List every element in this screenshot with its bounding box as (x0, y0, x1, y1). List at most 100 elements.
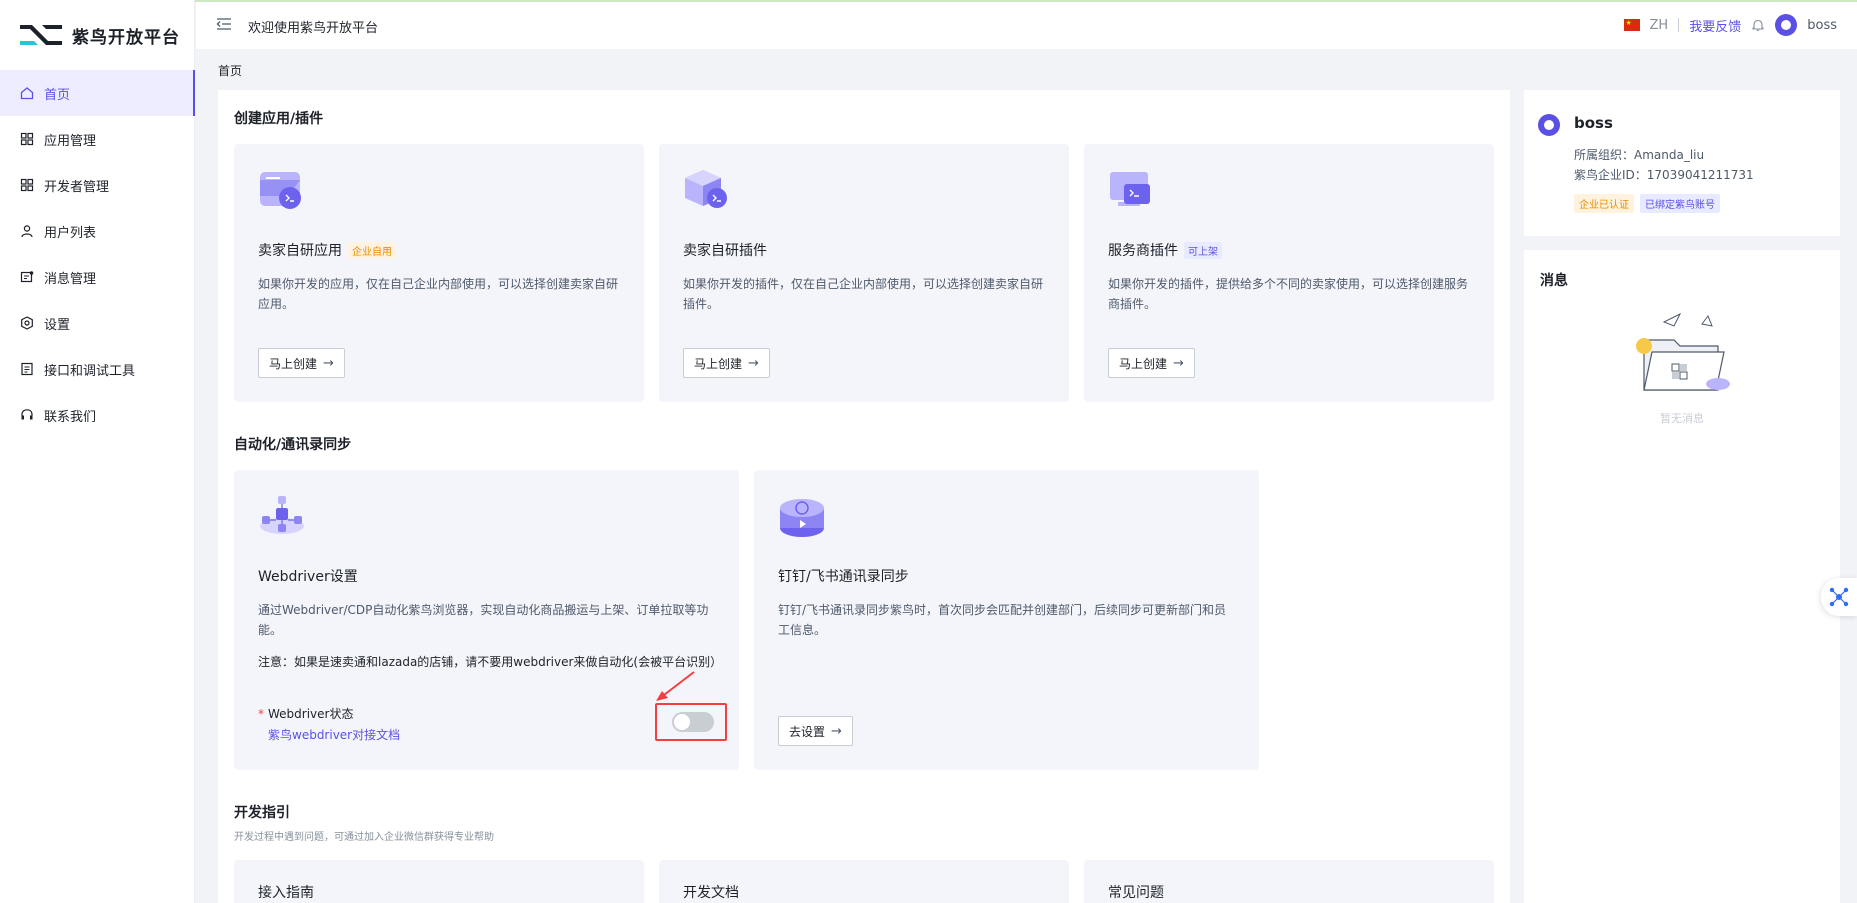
feedback-link[interactable]: 我要反馈 (1689, 16, 1741, 35)
seller-plugin-card: 卖家自研插件 如果你开发的插件，仅在自己企业内部使用，可以选择创建卖家自研插件。… (659, 144, 1069, 402)
sidebar-item-label: 首页 (44, 87, 71, 103)
user-icon (21, 225, 33, 238)
sidebar-item-home[interactable]: 首页 (0, 70, 195, 116)
breadcrumb: 首页 (218, 64, 243, 78)
sidebar-item-settings[interactable]: 设置 (0, 300, 195, 346)
guide-card-docs[interactable]: 开发文档 (659, 860, 1069, 903)
grid-icon (20, 178, 34, 192)
card-title-text: Webdriver设置 (258, 569, 358, 585)
card-title-text: 卖家自研插件 (683, 243, 767, 259)
card-title: 卖家自研插件 (683, 240, 767, 260)
card-title-text: 钉钉/飞书通讯录同步 (778, 569, 909, 585)
bound-account-badge: 已绑定紫鸟账号 (1640, 194, 1720, 213)
create-seller-plugin-button[interactable]: 马上创建 → (683, 348, 770, 378)
main-content: 创建应用/插件 卖家自研应用 企业自用 如果你开发的应用，仅在自己企业内部使用，… (218, 90, 1510, 903)
sync-settings-button[interactable]: 去设置 → (778, 716, 853, 746)
card-description: 如果你开发的应用，仅在自己企业内部使用，可以选择创建卖家自研应用。 (258, 277, 619, 311)
messages-title: 消息 (1540, 273, 1568, 289)
empty-folder-icon (1636, 312, 1730, 391)
sidebar-item-label: 用户列表 (44, 225, 97, 241)
profile-badges: 企业已认证 已绑定紫鸟账号 (1574, 194, 1720, 213)
logo[interactable]: 紫鸟开放平台 (18, 22, 180, 48)
sidebar-item-contact-us[interactable]: 联系我们 (0, 392, 195, 438)
card-title-text: 服务商插件 (1108, 243, 1178, 259)
card-description: 如果你开发的插件，仅在自己企业内部使用，可以选择创建卖家自研插件。 (683, 277, 1044, 311)
sidebar-item-app-management[interactable]: 应用管理 (0, 116, 195, 162)
card-description: 钉钉/飞书通讯录同步紫鸟时，首次同步会匹配并创建部门，后续同步可更新部门和员工信… (778, 603, 1227, 637)
welcome-text: 欢迎使用紫鸟开放平台 (248, 21, 379, 36)
toggle-knob (674, 714, 690, 730)
profile-id: 紫鸟企业ID：17039041211731 (1574, 166, 1754, 183)
network-nodes-icon (260, 496, 304, 534)
guide-card-faq[interactable]: 常见问题 (1084, 860, 1494, 903)
avatar[interactable] (1775, 14, 1798, 36)
card-tag: 可上架 (1184, 241, 1222, 259)
profile-card: boss 所属组织：Amanda_liu 紫鸟企业ID：170390412117… (1524, 90, 1840, 236)
card-description: 通过Webdriver/CDP自动化紫鸟浏览器，实现自动化商品搬运与上架、订单拉… (258, 603, 709, 637)
divider (1678, 18, 1680, 32)
card-description: 如果你开发的插件，提供给多个不同的卖家使用，可以选择创建服务商插件。 (1108, 277, 1469, 311)
id-label: 紫鸟企业ID： (1574, 168, 1647, 182)
guide-section-title: 开发指引 (234, 805, 290, 821)
button-label: 去设置 (789, 724, 826, 739)
arrow-right-icon: → (831, 723, 842, 739)
card-title-text: 卖家自研应用 (258, 243, 342, 259)
empty-messages-text: 暂无消息 (1660, 412, 1704, 425)
webdriver-card: Webdriver设置 通过Webdriver/CDP自动化紫鸟浏览器，实现自动… (234, 470, 739, 770)
sidebar-item-label: 应用管理 (44, 133, 97, 149)
bell-icon[interactable] (1751, 18, 1765, 32)
create-seller-app-button[interactable]: 马上创建 → (258, 348, 345, 378)
status-label-text: Webdriver状态 (268, 707, 354, 721)
network-icon (1829, 587, 1849, 607)
brand-name: 紫鸟开放平台 (72, 27, 180, 48)
avatar (1538, 114, 1560, 136)
user-menu[interactable]: boss (1807, 18, 1837, 33)
webdriver-doc-link[interactable]: 紫鸟webdriver对接文档 (268, 726, 400, 743)
sidebar-nav: 首页 应用管理 开发者管理 用户列表 消息管理 设置 接口和调试工具 联系我们 (0, 70, 195, 438)
grid-icon (20, 132, 34, 146)
sync-disk-icon (780, 499, 824, 537)
button-label: 马上创建 (269, 356, 318, 371)
menu-collapse-icon[interactable] (216, 16, 232, 32)
arrow-right-icon: → (748, 355, 759, 371)
seller-app-card: 卖家自研应用 企业自用 如果你开发的应用，仅在自己企业内部使用，可以选择创建卖家… (234, 144, 644, 402)
button-label: 马上创建 (694, 356, 743, 371)
sidebar-item-api-tools[interactable]: 接口和调试工具 (0, 346, 195, 392)
api-icon (21, 362, 33, 376)
profile-name: boss (1574, 114, 1613, 132)
card-title: 卖家自研应用 企业自用 (258, 240, 396, 260)
china-flag-icon[interactable] (1623, 19, 1640, 31)
card-title: 服务商插件 可上架 (1108, 240, 1222, 260)
create-provider-plugin-button[interactable]: 马上创建 → (1108, 348, 1195, 378)
id-value: 17039041211731 (1646, 168, 1754, 182)
provider-plugin-card: 服务商插件 可上架 如果你开发的插件，提供给多个不同的卖家使用，可以选择创建服务… (1084, 144, 1494, 402)
automation-section-title: 自动化/通讯录同步 (234, 437, 352, 453)
arrow-right-icon: → (1173, 355, 1184, 371)
annotation-arrow-icon (656, 671, 695, 701)
sidebar-item-developer-management[interactable]: 开发者管理 (0, 162, 195, 208)
gear-icon (21, 316, 33, 330)
org-value: Amanda_liu (1634, 148, 1705, 162)
message-icon (20, 271, 34, 283)
required-mark: * (258, 707, 264, 721)
sidebar-item-label: 接口和调试工具 (44, 363, 136, 379)
language-switcher[interactable]: ZH (1650, 18, 1669, 33)
guide-section-desc: 开发过程中遇到问题，可通过加入企业微信群获得专业帮助 (234, 832, 494, 843)
monitor-icon (1110, 172, 1150, 206)
sidebar-item-user-list[interactable]: 用户列表 (0, 208, 195, 254)
sidebar-item-label: 开发者管理 (44, 179, 110, 195)
brand-logo-icon (20, 25, 62, 45)
guide-card-access[interactable]: 接入指南 (234, 860, 644, 903)
org-label: 所属组织： (1574, 148, 1635, 162)
contacts-sync-card: 钉钉/飞书通讯录同步 钉钉/飞书通讯录同步紫鸟时，首次同步会匹配并创建部门，后续… (754, 470, 1259, 770)
top-header: 欢迎使用紫鸟开放平台 ZH 我要反馈 boss (196, 2, 1857, 49)
plugin-cube-icon (685, 170, 727, 208)
sidebar-item-message-management[interactable]: 消息管理 (0, 254, 195, 300)
sidebar: 紫鸟开放平台 首页 应用管理 开发者管理 用户列表 消息管理 设置 接口和调试工… (0, 0, 195, 903)
profile-org: 所属组织：Amanda_liu (1574, 146, 1704, 163)
webdriver-status-toggle[interactable] (672, 712, 714, 732)
floating-assistant-button[interactable] (1821, 578, 1857, 616)
verified-badge: 企业已认证 (1574, 194, 1634, 213)
webdriver-note: 注意：如果是速卖通和lazada的店铺，请不要用webdriver来做自动化(会… (258, 655, 723, 669)
sidebar-item-label: 设置 (44, 317, 71, 333)
